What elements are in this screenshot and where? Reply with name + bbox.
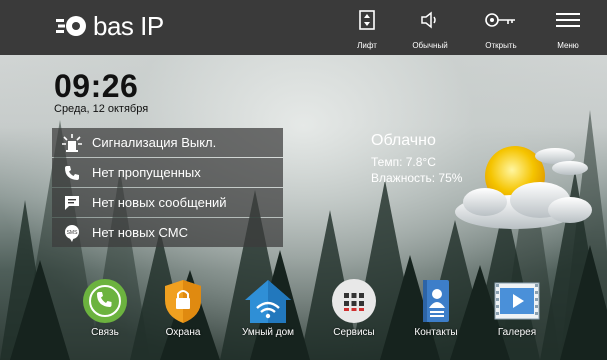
app-services-label: Сервисы bbox=[333, 327, 375, 338]
message-icon bbox=[65, 195, 79, 210]
app-smart-home[interactable]: Умный дом bbox=[228, 278, 308, 338]
alarm-icon bbox=[62, 133, 82, 152]
app-call-label: Связь bbox=[91, 327, 119, 338]
elevator-button[interactable]: Лифт bbox=[337, 8, 397, 50]
gallery-icon bbox=[494, 282, 540, 320]
contacts-icon bbox=[423, 280, 449, 322]
clock-widget: 09:26 Среда, 12 октября bbox=[54, 70, 148, 115]
call-icon bbox=[83, 279, 127, 323]
services-icon bbox=[332, 279, 376, 323]
app-security[interactable]: Охрана bbox=[143, 278, 223, 338]
home-screen: bas IP Лифт Обычный Открыть Меню 09:26 С… bbox=[0, 0, 607, 360]
phone-icon bbox=[65, 165, 79, 180]
status-missed-calls-label: Нет пропущенных bbox=[92, 165, 201, 180]
elevator-label: Лифт bbox=[357, 41, 377, 50]
top-bar: bas IP Лифт Обычный Открыть Меню bbox=[0, 0, 607, 55]
open-door-button[interactable]: Открыть bbox=[471, 8, 531, 50]
app-services[interactable]: Сервисы bbox=[314, 278, 394, 338]
open-door-label: Открыть bbox=[485, 41, 517, 50]
partly-cloudy-icon bbox=[455, 146, 592, 229]
brand-logo-icon bbox=[56, 16, 86, 36]
app-gallery[interactable]: Галерея bbox=[477, 278, 557, 338]
status-messages-label: Нет новых сообщений bbox=[92, 195, 227, 210]
mode-button[interactable]: Обычный bbox=[400, 8, 460, 50]
app-contacts[interactable]: Контакты bbox=[396, 278, 476, 338]
menu-label: Меню bbox=[557, 41, 579, 50]
speaker-icon bbox=[421, 11, 436, 29]
app-smart-home-label: Умный дом bbox=[241, 327, 295, 338]
brand-logo: bas IP bbox=[54, 13, 164, 39]
status-sms-label: Нет новых СМС bbox=[92, 225, 188, 240]
status-alarm[interactable]: Сигнализация Выкл. bbox=[52, 128, 283, 157]
brand-name: bas IP bbox=[93, 11, 164, 41]
app-contacts-label: Контакты bbox=[414, 327, 458, 338]
status-panel: Сигнализация Выкл. Нет пропущенных Нет н… bbox=[52, 128, 283, 248]
status-messages[interactable]: Нет новых сообщений bbox=[52, 188, 283, 217]
key-icon bbox=[485, 13, 515, 27]
status-missed-calls[interactable]: Нет пропущенных bbox=[52, 158, 283, 187]
smart-home-icon bbox=[245, 280, 291, 323]
elevator-icon bbox=[359, 10, 375, 30]
security-shield-icon bbox=[165, 280, 201, 323]
menu-button[interactable]: Меню bbox=[538, 8, 598, 50]
sms-icon-text: SMS bbox=[67, 230, 79, 236]
app-gallery-label: Галерея bbox=[497, 327, 537, 338]
status-alarm-label: Сигнализация Выкл. bbox=[92, 135, 217, 150]
app-dock: Связь Охрана Умный дом Сервисы Контакты … bbox=[0, 278, 607, 348]
status-sms[interactable]: SMS Нет новых СМС bbox=[52, 218, 283, 247]
clock-date: Среда, 12 октября bbox=[54, 103, 149, 115]
app-security-label: Охрана bbox=[165, 327, 201, 338]
mode-label: Обычный bbox=[412, 41, 448, 50]
menu-icon bbox=[556, 13, 580, 27]
clock-time: 09:26 bbox=[54, 68, 139, 104]
app-call[interactable]: Связь bbox=[65, 278, 145, 338]
sms-icon: SMS bbox=[65, 224, 79, 242]
